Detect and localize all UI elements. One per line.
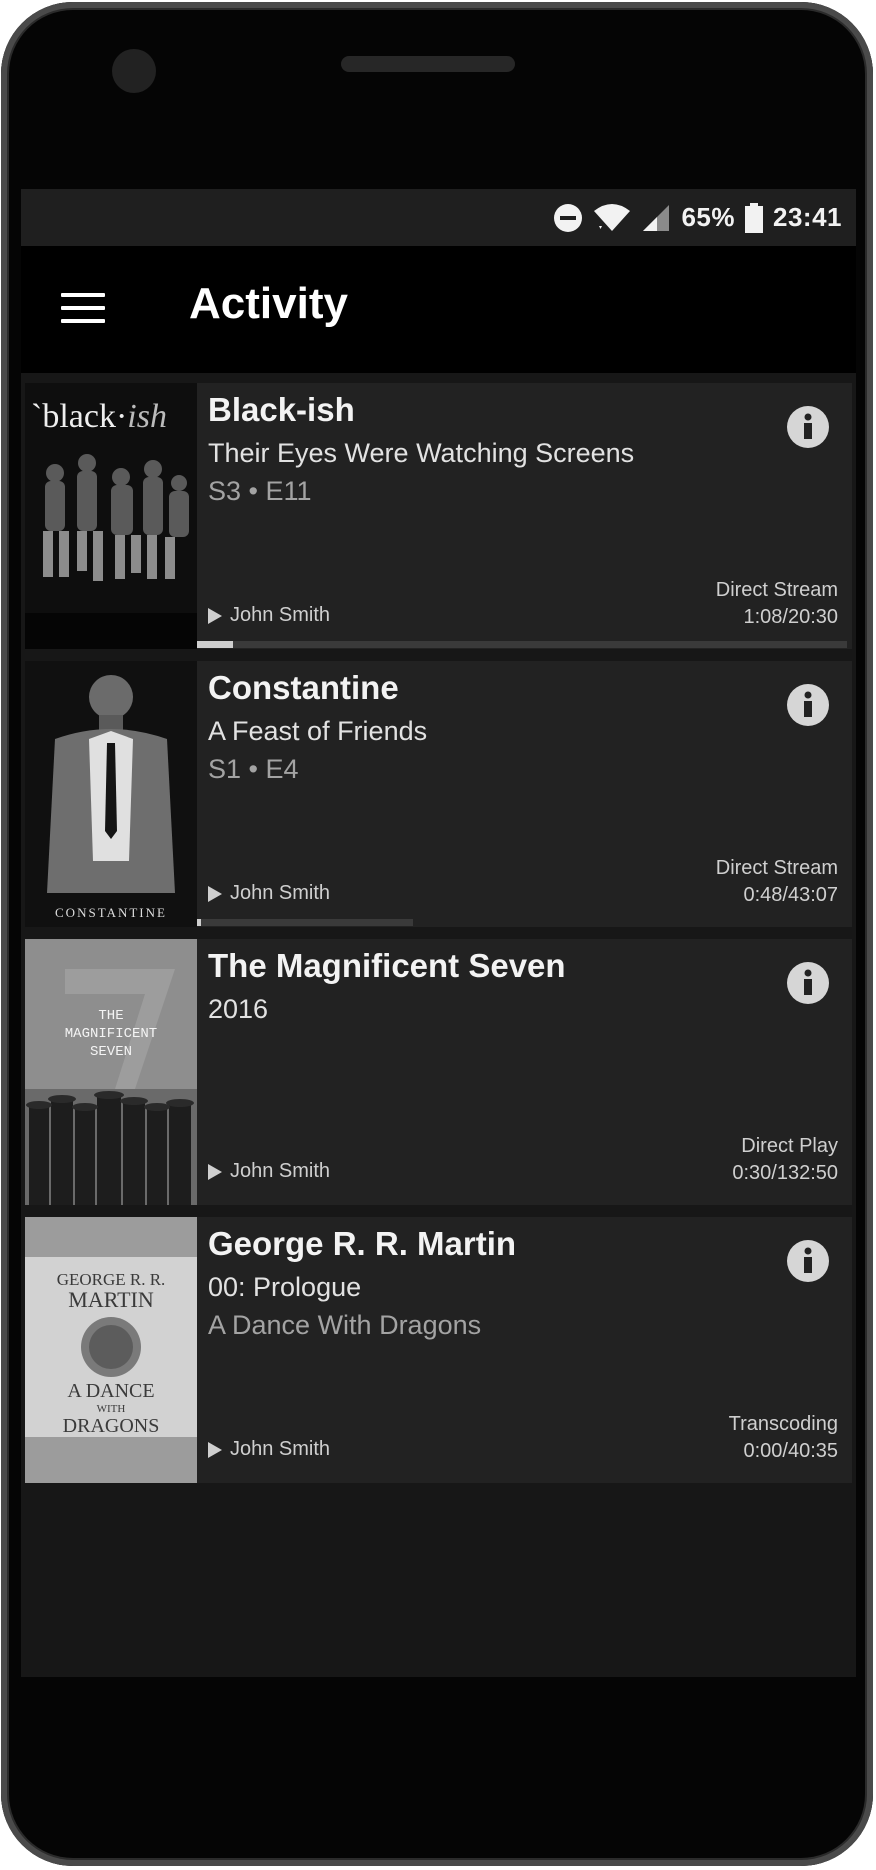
media-title: Black-ish	[208, 391, 355, 428]
play-icon	[208, 885, 222, 902]
poster-image: THE MAGNIFICENT SEVEN	[25, 939, 197, 1205]
session-card[interactable]: THE MAGNIFICENT SEVEN The Magnificent Se…	[25, 939, 852, 1205]
play-icon	[208, 1163, 222, 1180]
poster-caption: CONSTANTINE	[55, 905, 167, 920]
app-bar: Activity	[21, 246, 856, 373]
user-row: John Smith	[208, 882, 330, 905]
user-row: John Smith	[208, 604, 330, 627]
play-icon	[208, 607, 222, 624]
progress-bar	[197, 919, 413, 926]
screen: 65% 23:41 Activity `black·ish Black-ish …	[21, 189, 856, 1677]
play-icon	[208, 1441, 222, 1458]
episode-number: S3 • E11	[208, 476, 312, 506]
media-title: The Magnificent Seven	[208, 947, 566, 984]
svg-text:MARTIN: MARTIN	[68, 1287, 154, 1312]
battery-percentage: 65%	[681, 202, 735, 232]
do-not-disturb-icon	[554, 203, 583, 232]
playback-position: 0:48/43:07	[743, 884, 838, 906]
info-icon[interactable]	[786, 405, 830, 449]
page-title: Activity	[189, 279, 348, 328]
session-card[interactable]: GEORGE R. R. MARTIN A DANCE WITH DRAGONS…	[25, 1217, 852, 1483]
svg-text:MAGNIFICENT: MAGNIFICENT	[65, 1026, 157, 1042]
stream-method: Direct Play	[741, 1135, 838, 1157]
front-camera	[112, 49, 156, 93]
cellular-signal-icon	[643, 204, 670, 231]
episode-title: A Feast of Friends	[208, 716, 428, 746]
media-title: George R. R. Martin	[208, 1225, 517, 1262]
stream-info: Transcoding 0:00/40:35	[729, 1411, 838, 1465]
user-name: John Smith	[230, 882, 331, 904]
stream-method: Direct Stream	[715, 857, 838, 879]
info-icon[interactable]	[786, 961, 830, 1005]
battery-icon	[745, 202, 763, 233]
svg-text:DRAGONS: DRAGONS	[63, 1415, 160, 1437]
phone-frame: 65% 23:41 Activity `black·ish Black-ish …	[1, 2, 873, 1866]
svg-text:THE: THE	[98, 1008, 123, 1024]
playback-position: 1:08/20:30	[743, 606, 838, 628]
stream-info: Direct Play 0:30/132:50	[732, 1133, 838, 1187]
episode-title: Their Eyes Were Watching Screens	[208, 438, 635, 468]
progress-fill	[197, 919, 202, 926]
svg-text:`black·ish: `black·ish	[31, 398, 167, 435]
playback-position: 0:30/132:50	[732, 1162, 838, 1184]
stream-method: Direct Stream	[715, 579, 838, 601]
status-bar: 65% 23:41	[21, 189, 856, 246]
svg-text:SEVEN: SEVEN	[90, 1044, 132, 1060]
session-card[interactable]: CONSTANTINE Constantine A Feast of Frien…	[25, 661, 852, 927]
progress-bar	[197, 641, 847, 648]
info-icon[interactable]	[786, 683, 830, 727]
earpiece-speaker	[341, 56, 515, 72]
track-title: 00: Prologue	[208, 1272, 362, 1302]
menu-icon[interactable]	[61, 293, 105, 323]
stream-info: Direct Stream 0:48/43:07	[716, 855, 838, 909]
user-name: John Smith	[230, 1160, 331, 1182]
user-name: John Smith	[230, 1438, 331, 1460]
clock: 23:41	[773, 202, 842, 232]
playback-position: 0:00/40:35	[743, 1440, 838, 1462]
user-row: John Smith	[208, 1160, 330, 1183]
album-title: A Dance With Dragons	[208, 1310, 482, 1340]
session-card[interactable]: `black·ish Black-ish Their Eyes Were Wat…	[25, 383, 852, 649]
activity-list: `black·ish Black-ish Their Eyes Were Wat…	[25, 383, 852, 1495]
info-icon[interactable]	[786, 1239, 830, 1283]
poster-image: GEORGE R. R. MARTIN A DANCE WITH DRAGONS	[25, 1217, 197, 1483]
media-title: Constantine	[208, 669, 399, 706]
wifi-icon	[594, 203, 631, 231]
svg-text:A DANCE: A DANCE	[67, 1380, 154, 1402]
episode-number: S1 • E4	[208, 754, 299, 784]
poster-image: CONSTANTINE	[25, 661, 197, 927]
poster-image: `black·ish	[25, 383, 197, 649]
user-row: John Smith	[208, 1438, 330, 1461]
release-year: 2016	[208, 994, 269, 1024]
svg-text:WITH: WITH	[97, 1403, 126, 1415]
stream-info: Direct Stream 1:08/20:30	[716, 577, 838, 631]
stream-method: Transcoding	[728, 1413, 838, 1435]
user-name: John Smith	[230, 604, 331, 626]
progress-fill	[197, 641, 233, 648]
